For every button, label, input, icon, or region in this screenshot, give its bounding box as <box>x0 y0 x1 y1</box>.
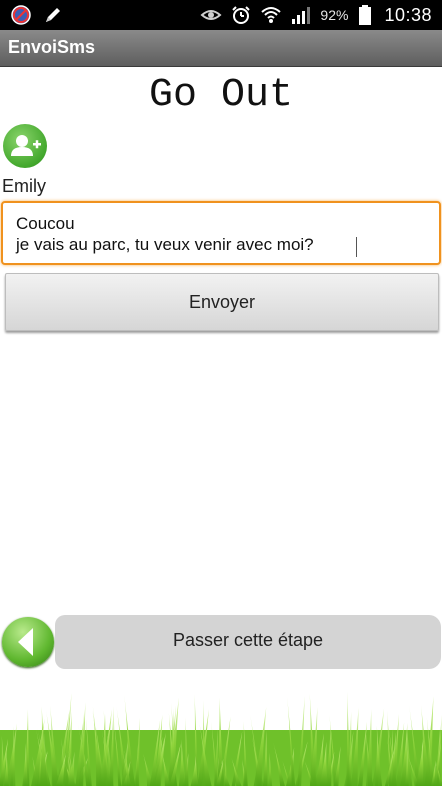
grass-decoration <box>0 691 442 786</box>
eye-icon <box>200 4 222 26</box>
skip-step-button[interactable]: Passer cette étape <box>55 615 441 669</box>
alarm-icon <box>230 4 252 26</box>
add-contact-button[interactable] <box>3 124 47 168</box>
battery-percent: 92% <box>320 7 349 23</box>
signal-icon <box>290 4 312 26</box>
clock: 10:38 <box>384 4 432 25</box>
send-button[interactable]: Envoyer <box>5 273 439 331</box>
message-line: Coucou <box>16 214 75 233</box>
wifi-icon <box>260 4 282 26</box>
message-input[interactable]: Coucou je vais au parc, tu veux venir av… <box>1 201 441 265</box>
app-title: EnvoiSms <box>8 37 96 57</box>
contact-name: Emily <box>2 176 46 196</box>
blocked-app-icon <box>10 4 32 26</box>
action-bar: EnvoiSms <box>0 30 442 67</box>
message-line: je vais au parc, tu veux venir avec moi? <box>16 235 314 254</box>
pencil-icon <box>42 4 64 26</box>
add-person-icon <box>11 135 41 156</box>
battery-icon <box>354 4 376 26</box>
back-arrow-icon <box>18 628 33 656</box>
back-button[interactable] <box>2 617 54 667</box>
status-bar: 92% 10:38 <box>0 0 442 30</box>
message-text: Coucou je vais au parc, tu veux venir av… <box>16 213 314 255</box>
page-title: Go Out <box>148 73 294 118</box>
text-cursor <box>356 237 357 257</box>
